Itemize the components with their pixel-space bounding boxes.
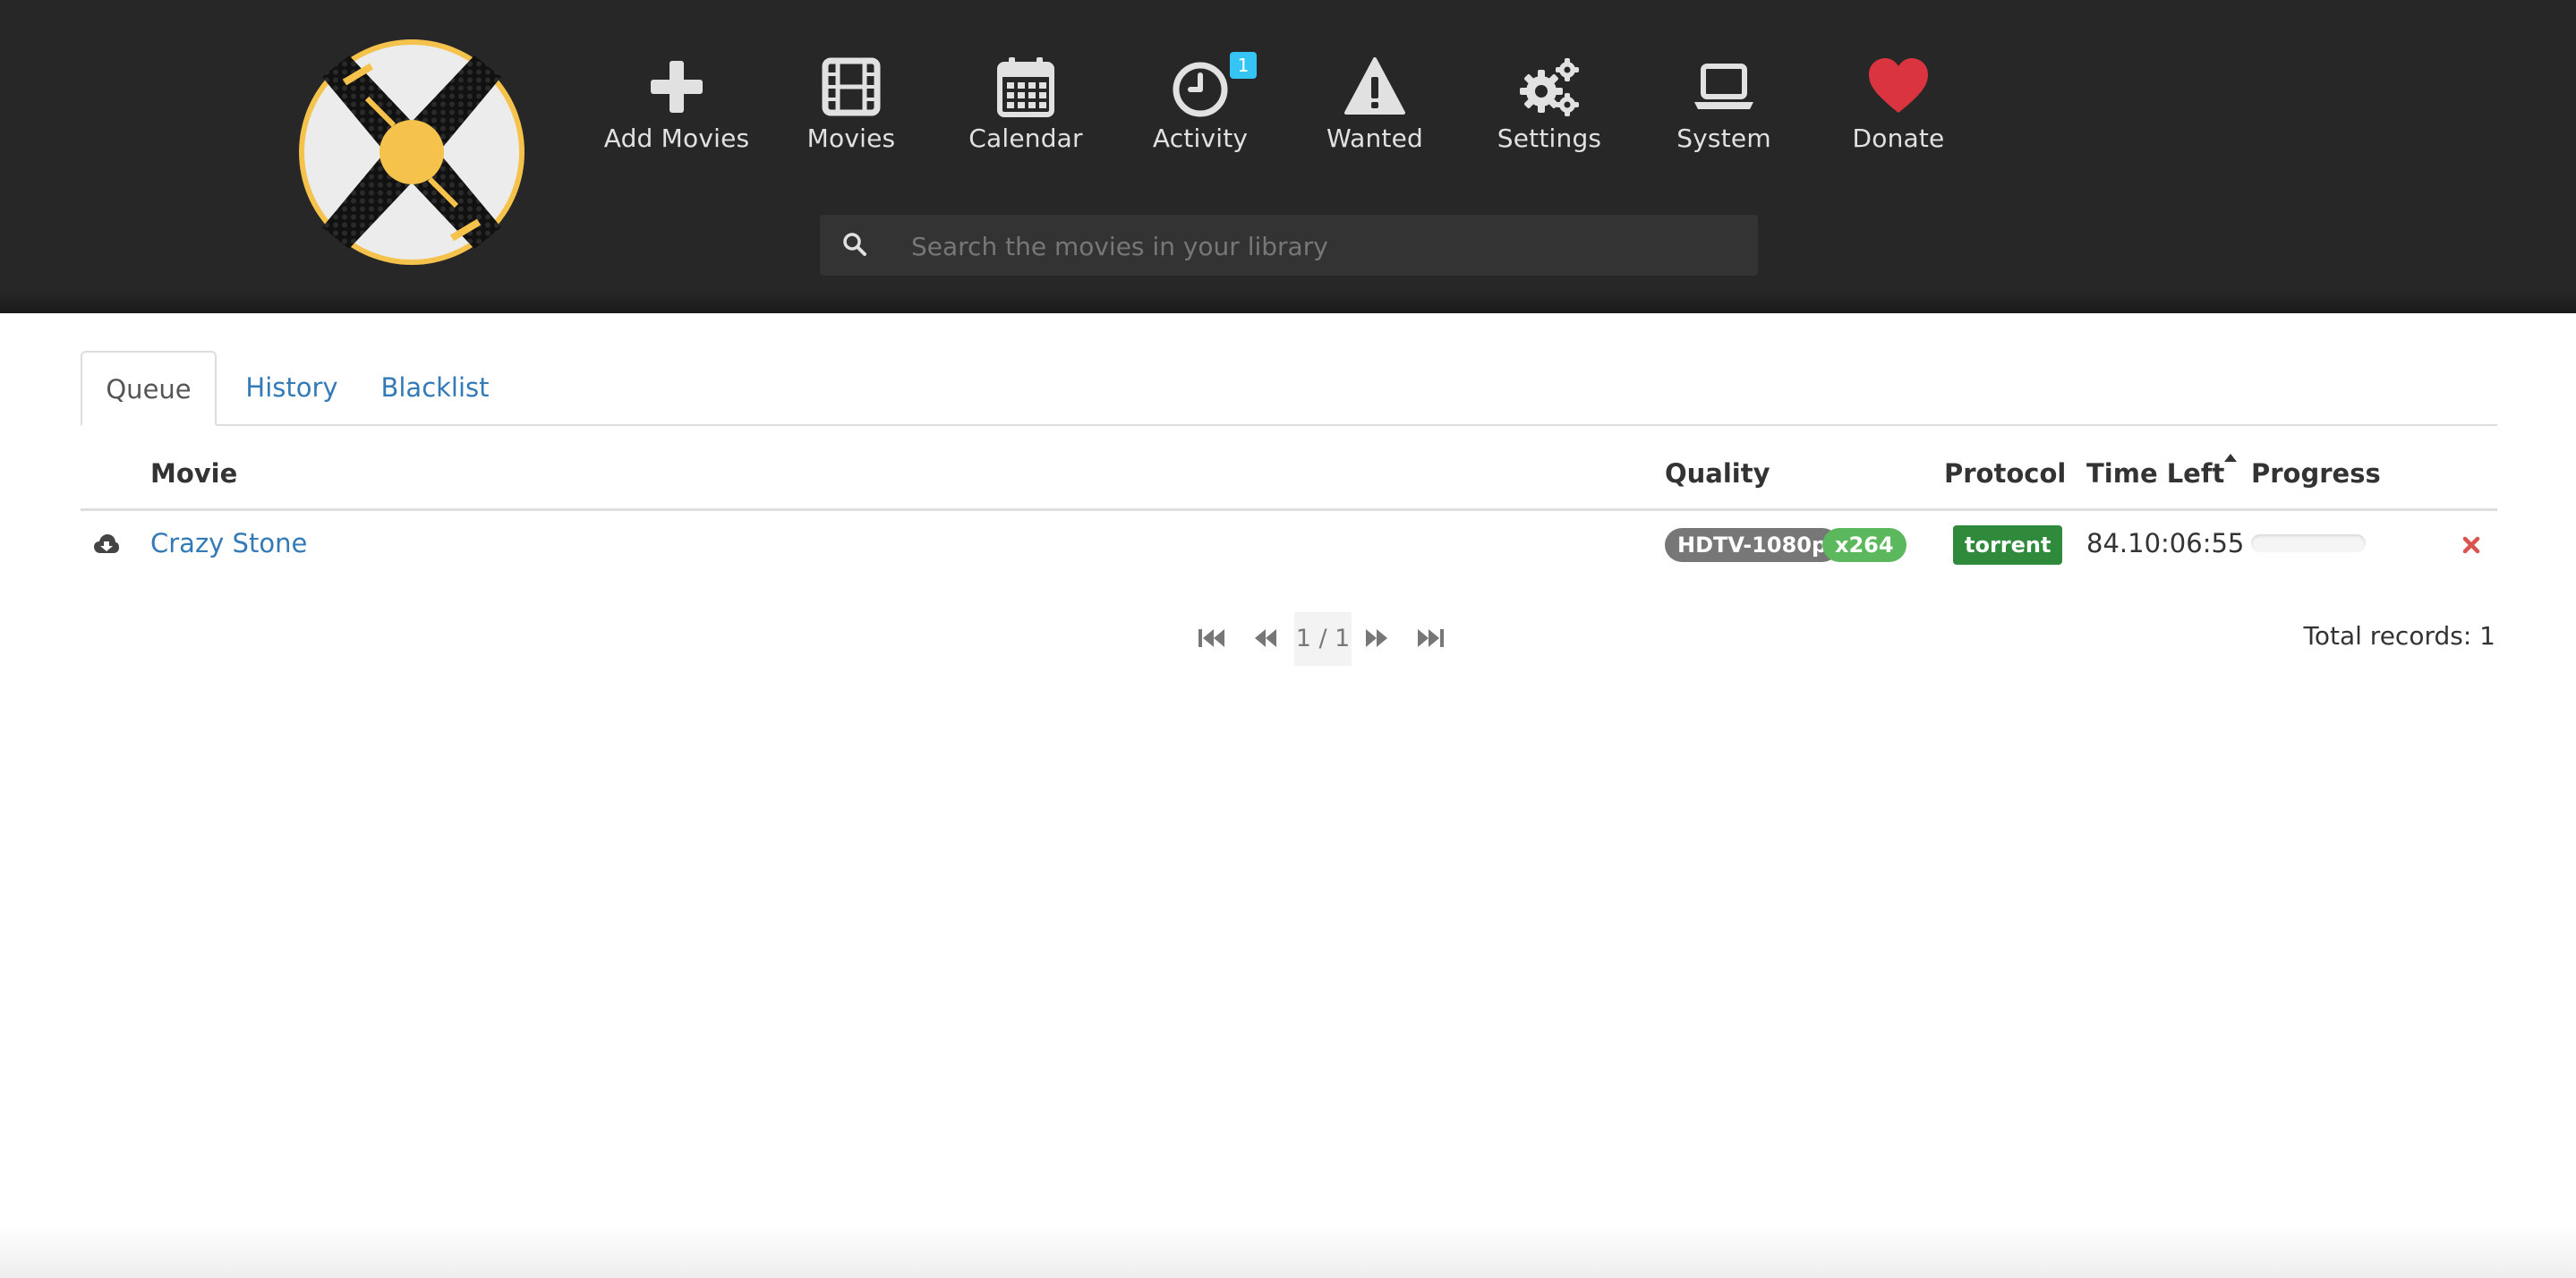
top-header: Add Movies Movies Calendar Activity 1 Wa… bbox=[0, 0, 2576, 313]
page-indicator: 1 / 1 bbox=[1294, 612, 1352, 666]
nav-label: Donate bbox=[1852, 124, 1945, 153]
tab-blacklist[interactable]: Blacklist bbox=[374, 351, 496, 424]
first-page-icon[interactable] bbox=[1196, 625, 1226, 652]
nav-label: Wanted bbox=[1326, 124, 1423, 153]
column-header-time-left[interactable]: Time Left bbox=[2086, 458, 2224, 489]
column-header-protocol[interactable]: Protocol bbox=[1944, 458, 2066, 489]
quality-badge: HDTV-1080p bbox=[1665, 528, 1840, 562]
nav-label: Add Movies bbox=[603, 124, 750, 153]
remove-icon[interactable] bbox=[2461, 535, 2481, 555]
nav-label: Activity bbox=[1152, 124, 1249, 153]
activity-count-badge: 1 bbox=[1230, 52, 1257, 79]
codec-badge: x264 bbox=[1822, 528, 1906, 562]
gears-icon bbox=[1520, 58, 1579, 116]
column-header-quality[interactable]: Quality bbox=[1665, 458, 1770, 489]
heart-icon bbox=[1869, 58, 1928, 113]
next-page-icon[interactable] bbox=[1362, 625, 1393, 652]
last-page-icon[interactable] bbox=[1416, 625, 1446, 652]
search-icon bbox=[843, 233, 866, 256]
nav-label: Calendar bbox=[968, 124, 1083, 153]
column-header-progress[interactable]: Progress bbox=[2251, 458, 2381, 489]
movie-title-link[interactable]: Crazy Stone bbox=[150, 528, 307, 558]
activity-tabs: Queue History Blacklist bbox=[81, 351, 2497, 426]
tab-history[interactable]: History bbox=[236, 351, 347, 424]
film-icon bbox=[822, 57, 881, 116]
cloud-download-icon bbox=[94, 534, 119, 553]
warning-icon bbox=[1344, 57, 1405, 115]
nav-settings[interactable]: Settings bbox=[1464, 55, 1634, 163]
app-logo[interactable] bbox=[295, 36, 528, 268]
nav-label: Movies bbox=[806, 124, 896, 153]
nav-system[interactable]: System bbox=[1639, 55, 1809, 163]
clock-icon bbox=[1173, 62, 1228, 117]
footer-fade bbox=[0, 1224, 2576, 1278]
nav-wanted[interactable]: Wanted bbox=[1290, 55, 1460, 163]
search-input[interactable] bbox=[909, 215, 1736, 277]
pager: 1 / 1 bbox=[1196, 612, 1464, 666]
nav-add-movies[interactable]: Add Movies bbox=[592, 55, 762, 163]
library-search bbox=[820, 215, 1758, 277]
protocol-badge: torrent bbox=[1953, 525, 2063, 565]
tab-queue[interactable]: Queue bbox=[81, 351, 217, 426]
plus-icon bbox=[651, 61, 703, 113]
nav-activity[interactable]: Activity 1 bbox=[1115, 52, 1285, 163]
nav-label: Settings bbox=[1497, 124, 1602, 153]
previous-page-icon[interactable] bbox=[1250, 625, 1280, 652]
nav-donate[interactable]: Donate bbox=[1813, 55, 1983, 163]
sort-ascending-icon bbox=[2224, 454, 2237, 462]
total-records: Total records: 1 bbox=[2303, 621, 2495, 651]
table-header-divider bbox=[81, 508, 2497, 511]
time-left-value: 84.10:06:55 bbox=[2086, 528, 2245, 558]
column-header-movie[interactable]: Movie bbox=[150, 458, 237, 489]
laptop-icon bbox=[1694, 64, 1753, 109]
download-progress-bar bbox=[2251, 534, 2366, 552]
calendar-icon bbox=[997, 57, 1054, 117]
nav-calendar[interactable]: Calendar bbox=[941, 55, 1111, 163]
nav-label: System bbox=[1676, 124, 1771, 153]
nav-movies[interactable]: Movies bbox=[766, 55, 936, 163]
